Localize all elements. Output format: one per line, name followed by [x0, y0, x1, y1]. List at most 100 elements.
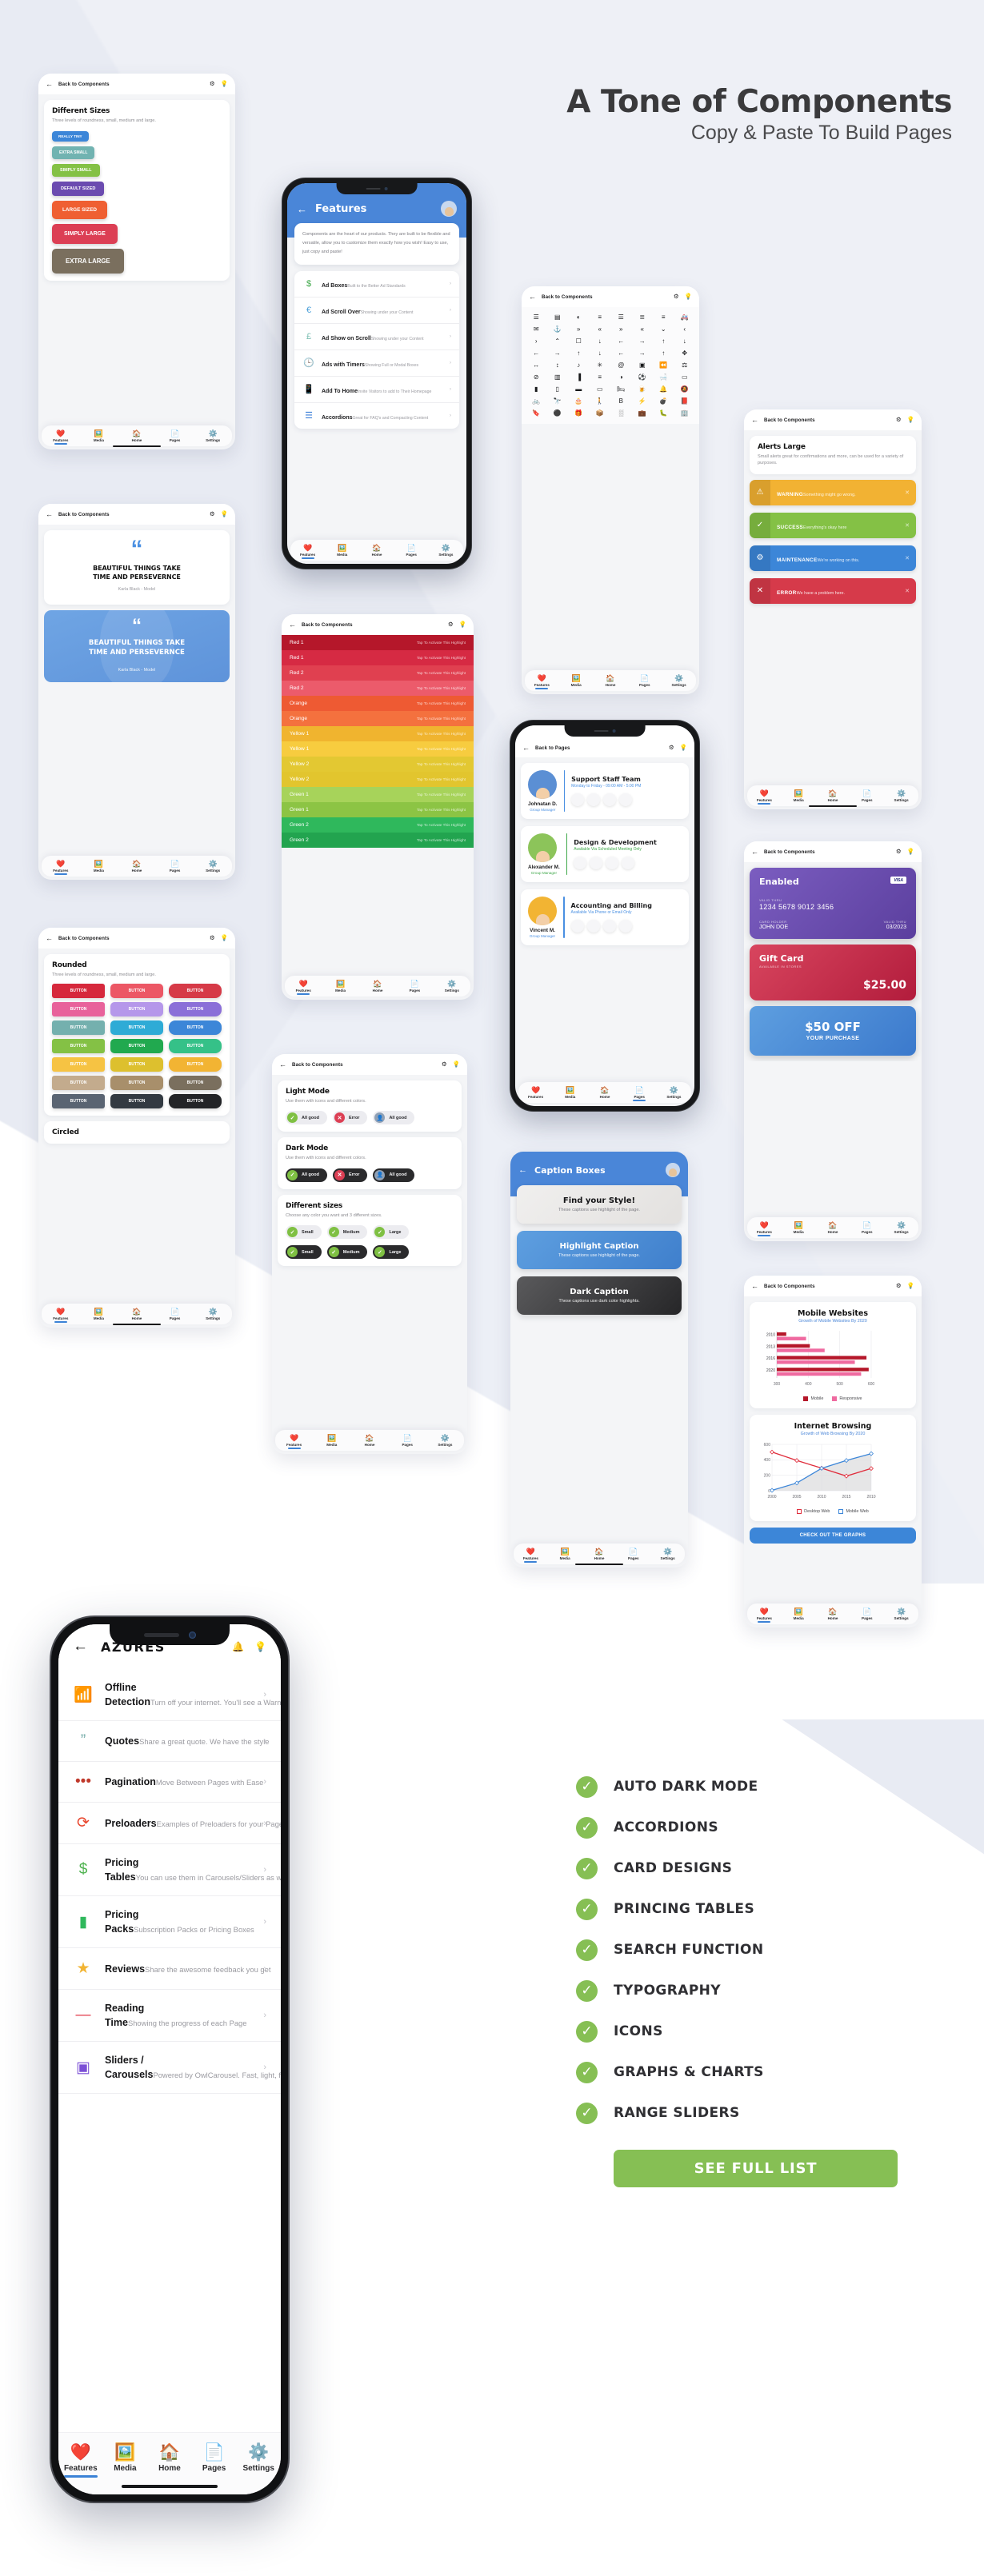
member-avatar-icon[interactable]: [603, 793, 617, 806]
rounded-button[interactable]: BUTTON: [169, 1020, 222, 1036]
grid-icon[interactable]: ▬: [570, 386, 588, 393]
status-badge[interactable]: 👤 All good: [373, 1111, 415, 1125]
tab-pages[interactable]: 📄 Pages: [156, 1308, 194, 1320]
bulb-icon[interactable]: 💡: [459, 621, 466, 628]
back-arrow-icon[interactable]: ←: [289, 621, 296, 629]
feature-row[interactable]: 🕒 Ads with TimersShowing Full or Modal Bo…: [294, 350, 459, 377]
tab-features[interactable]: ❤️ Features: [747, 1608, 782, 1620]
back-arrow-icon[interactable]: ←: [518, 1165, 527, 1175]
grid-icon[interactable]: ▥: [549, 374, 567, 381]
size-button[interactable]: SIMPLY SMALL: [52, 164, 100, 178]
grid-icon[interactable]: «: [634, 326, 652, 333]
rounded-button[interactable]: BUTTON: [52, 1002, 105, 1017]
member-avatar-icon[interactable]: [574, 857, 587, 869]
back-arrow-icon[interactable]: ←: [73, 1638, 88, 1655]
caption-box[interactable]: Dark Caption These captions use dark colo…: [517, 1276, 682, 1315]
tab-features[interactable]: ❤️ Features: [275, 1434, 313, 1447]
caption-box[interactable]: Find your Style! These captions use highl…: [517, 1185, 682, 1224]
rounded-button[interactable]: BUTTON: [110, 1094, 163, 1109]
tab-pages[interactable]: 📄 Pages: [389, 1434, 426, 1447]
close-icon[interactable]: ✕: [905, 522, 916, 529]
grid-icon[interactable]: ☰: [612, 314, 630, 321]
member-avatar-icon[interactable]: [570, 920, 584, 933]
tab-settings[interactable]: ⚙️ Settings: [650, 1548, 685, 1560]
tab-home[interactable]: 🏠 Home: [594, 674, 628, 687]
status-badge[interactable]: ✓ Medium: [326, 1225, 368, 1240]
rounded-button[interactable]: BUTTON: [110, 1057, 163, 1072]
grid-icon[interactable]: ↑: [654, 350, 673, 357]
feature-row[interactable]: € Ad Scroll OverShowing under your Conten…: [294, 298, 459, 324]
tab-media[interactable]: 🖼️ Media: [103, 2443, 148, 2473]
rounded-button[interactable]: BUTTON: [110, 984, 163, 999]
tab-home[interactable]: 🏠 Home: [147, 2443, 192, 2473]
tab-pages[interactable]: 📄 Pages: [627, 674, 662, 687]
gear-icon[interactable]: ⚙: [896, 1283, 902, 1289]
color-row[interactable]: Red 1 Tap To Activate This Highlight: [282, 650, 474, 665]
gear-icon[interactable]: ⚙: [210, 81, 215, 87]
member-avatar-icon[interactable]: [602, 920, 616, 933]
azures-row[interactable]: ▮ Pricing PacksSubscription Packs or Pric…: [58, 1896, 281, 1948]
bell-icon[interactable]: 🔔: [232, 1641, 244, 1652]
rounded-button[interactable]: BUTTON: [52, 1076, 105, 1091]
back-arrow-icon[interactable]: ←: [46, 80, 53, 88]
tab-features[interactable]: ❤️ Features: [58, 2443, 103, 2473]
rounded-button[interactable]: BUTTON: [52, 1094, 105, 1109]
gift-card[interactable]: Gift Card AVAILABLE IN STORES $25.00: [750, 945, 916, 1000]
color-row[interactable]: Red 2 Tap To Activate This Highlight: [282, 681, 474, 696]
gear-icon[interactable]: ⚙: [210, 511, 215, 517]
color-row[interactable]: Green 2 Tap To Activate This Highlight: [282, 833, 474, 848]
grid-icon[interactable]: 🚶: [591, 398, 610, 405]
grid-icon[interactable]: ▮: [527, 386, 546, 393]
grid-icon[interactable]: ⊘: [527, 374, 546, 381]
grid-icon[interactable]: ↑: [654, 338, 673, 345]
tab-media[interactable]: 🖼️ Media: [80, 860, 118, 873]
tab-home[interactable]: 🏠 Home: [587, 1086, 622, 1099]
color-row[interactable]: Green 2 Tap To Activate This Highlight: [282, 817, 474, 833]
member-avatar-icon[interactable]: [606, 857, 619, 869]
color-row[interactable]: Yellow 1 Tap To Activate This Highlight: [282, 726, 474, 741]
tab-media[interactable]: 🖼️ Media: [559, 674, 594, 687]
rounded-button[interactable]: BUTTON: [169, 1076, 222, 1091]
tab-home[interactable]: 🏠 Home: [582, 1548, 617, 1560]
rounded-button[interactable]: BUTTON: [169, 984, 222, 999]
tab-features[interactable]: ❤️ Features: [525, 674, 559, 687]
bulb-icon[interactable]: 💡: [685, 294, 692, 300]
tab-pages[interactable]: 📄 Pages: [394, 544, 429, 557]
tab-pages[interactable]: 📄 Pages: [622, 1086, 657, 1099]
alert-maintenance[interactable]: ⚙ MAINTENANCEWe're working on this. ✕: [750, 545, 916, 571]
tab-home[interactable]: 🏠 Home: [350, 1434, 388, 1447]
grid-icon[interactable]: ▯: [549, 386, 567, 393]
grid-icon[interactable]: 🎁: [570, 410, 588, 417]
status-badge[interactable]: ✓ Large: [373, 1245, 410, 1260]
alert-error[interactable]: ✕ ERRORWe have a problem here. ✕: [750, 577, 916, 604]
grid-icon[interactable]: →: [634, 338, 652, 345]
azures-row[interactable]: ▣ Sliders / CarouselsPowered by OwlCarous…: [58, 2042, 281, 2094]
grid-icon[interactable]: ⏪: [654, 362, 673, 369]
tab-features[interactable]: ❤️ Features: [42, 429, 80, 442]
offer-card[interactable]: $50 OFF YOUR PURCHASE: [750, 1006, 916, 1056]
grid-icon[interactable]: ⚽: [634, 374, 652, 381]
azures-row[interactable]: $ Pricing TablesYou can use them in Carou…: [58, 1844, 281, 1896]
back-arrow-icon[interactable]: ←: [751, 848, 758, 856]
tab-features[interactable]: ❤️ Features: [285, 980, 322, 992]
rounded-button[interactable]: BUTTON: [169, 1002, 222, 1017]
grid-icon[interactable]: B: [612, 398, 630, 405]
grid-icon[interactable]: 📕: [676, 398, 694, 405]
tab-pages[interactable]: 📄 Pages: [156, 860, 194, 873]
status-badge[interactable]: ✓ All good: [286, 1111, 327, 1125]
gear-icon[interactable]: ⚙: [448, 621, 454, 628]
color-row[interactable]: Orange Tap To Activate This Highlight: [282, 696, 474, 711]
close-icon[interactable]: ✕: [905, 588, 916, 594]
tab-settings[interactable]: ⚙️ Settings: [429, 544, 463, 557]
grid-icon[interactable]: »: [570, 326, 588, 333]
gear-icon[interactable]: ⚙: [442, 1061, 447, 1068]
tab-settings[interactable]: ⚙️ Settings: [662, 674, 696, 687]
size-button[interactable]: EXTRA LARGE: [52, 249, 124, 274]
tab-features[interactable]: ❤️ Features: [518, 1086, 553, 1099]
tab-settings[interactable]: ⚙️ Settings: [657, 1086, 691, 1099]
bulb-icon[interactable]: 💡: [254, 1641, 266, 1652]
rounded-button[interactable]: BUTTON: [52, 1057, 105, 1072]
size-button[interactable]: EXTRA SMALL: [52, 146, 95, 160]
rounded-button[interactable]: BUTTON: [52, 984, 105, 999]
azures-row[interactable]: — Reading TimeShowing the progress of eac…: [58, 1990, 281, 2042]
